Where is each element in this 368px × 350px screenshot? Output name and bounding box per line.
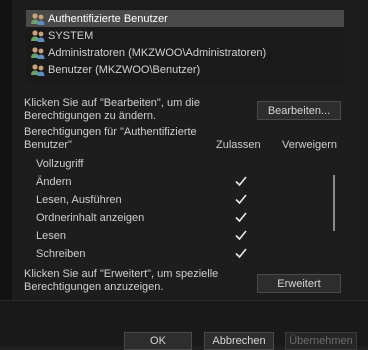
permission-name: Vollzugriff bbox=[36, 158, 84, 170]
edit-hint-line2: Berechtigungen zu ändern. bbox=[24, 110, 157, 122]
user-list-item[interactable]: Administratoren (MKZWOO\Administratoren) bbox=[26, 44, 344, 61]
permission-row: Ändern bbox=[24, 174, 324, 191]
allow-check-icon bbox=[234, 228, 248, 242]
user-group-icon bbox=[30, 29, 46, 43]
permission-name: Ordnerinhalt anzeigen bbox=[36, 212, 145, 224]
column-allow-header: Zulassen bbox=[216, 139, 261, 151]
deny-empty bbox=[282, 192, 296, 206]
permissions-scrollbar[interactable] bbox=[333, 175, 335, 231]
user-list[interactable]: Authentifizierte Benutzer SYSTEM Administr… bbox=[26, 8, 344, 84]
user-group-icon bbox=[30, 12, 46, 26]
edit-hint-line1: Klicken Sie auf "Bearbeiten", um die bbox=[24, 97, 200, 109]
permissions-list: Vollzugriff Ändern Lesen, Ausführen Ordneri… bbox=[24, 156, 344, 268]
deny-empty bbox=[282, 210, 296, 224]
permission-row: Lesen bbox=[24, 228, 324, 245]
permission-row: Lesen, Ausführen bbox=[24, 192, 324, 209]
permission-name: Schreiben bbox=[36, 248, 86, 260]
user-label: Benutzer (MKZWOO\Benutzer) bbox=[48, 63, 201, 76]
deny-empty bbox=[282, 174, 296, 188]
user-list-item[interactable]: Benutzer (MKZWOO\Benutzer) bbox=[26, 61, 344, 78]
deny-empty bbox=[282, 246, 296, 260]
allow-check-icon bbox=[234, 210, 248, 224]
user-label: SYSTEM bbox=[48, 29, 94, 42]
user-label: Administratoren (MKZWOO\Administratoren) bbox=[48, 46, 267, 59]
permission-row: Ordnerinhalt anzeigen bbox=[24, 210, 324, 227]
permission-name: Lesen bbox=[36, 230, 66, 242]
permission-name: Ändern bbox=[36, 176, 72, 188]
permission-row: Vollzugriff bbox=[24, 156, 324, 173]
permissions-header-line1: Berechtigungen für "Authentifizierte bbox=[24, 126, 197, 138]
allow-check-icon bbox=[234, 174, 248, 188]
cancel-button[interactable]: Abbrechen bbox=[204, 332, 274, 350]
permissions-header-line2: Benutzer" bbox=[24, 139, 72, 151]
edit-button[interactable]: Bearbeiten... bbox=[257, 101, 341, 120]
advanced-hint-line1: Klicken Sie auf "Erweitert", um speziell… bbox=[24, 268, 219, 280]
allow-check-icon bbox=[234, 246, 248, 260]
deny-empty bbox=[282, 156, 296, 170]
column-deny-header: Verweigern bbox=[282, 139, 338, 151]
allow-check-icon bbox=[234, 192, 248, 206]
user-list-item[interactable]: Authentifizierte Benutzer bbox=[26, 10, 344, 27]
advanced-button[interactable]: Erweitert bbox=[257, 274, 341, 293]
allow-empty bbox=[234, 156, 248, 170]
user-label: Authentifizierte Benutzer bbox=[48, 12, 168, 25]
advanced-hint-line2: Berechtigungen anzuzeigen. bbox=[24, 281, 164, 293]
apply-button[interactable]: Übernehmen bbox=[285, 332, 357, 350]
permission-row: Schreiben bbox=[24, 246, 324, 263]
permission-name: Lesen, Ausführen bbox=[36, 194, 122, 206]
user-group-icon bbox=[30, 46, 46, 60]
ok-button[interactable]: OK bbox=[124, 332, 192, 350]
deny-empty bbox=[282, 228, 296, 242]
user-group-icon bbox=[30, 63, 46, 77]
window-edge bbox=[0, 0, 12, 346]
user-list-item[interactable]: SYSTEM bbox=[26, 27, 344, 44]
